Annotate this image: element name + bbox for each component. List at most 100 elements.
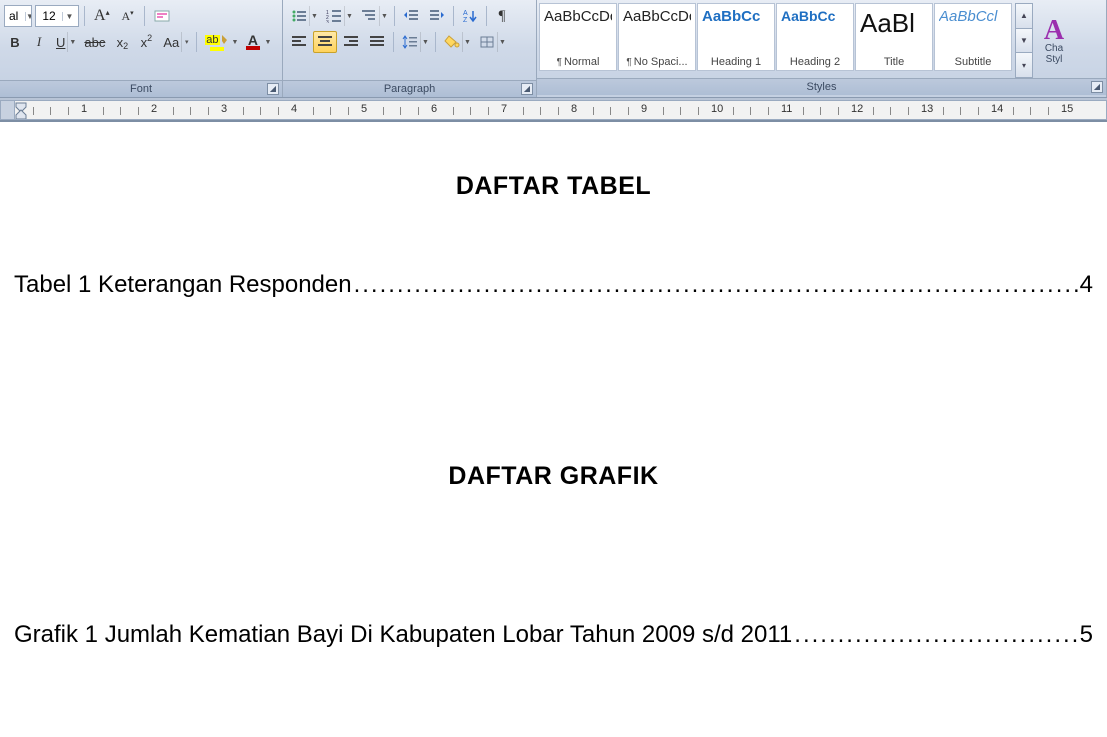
divider (435, 32, 436, 52)
divider (486, 6, 487, 26)
chevron-down-icon: ▼ (25, 12, 32, 21)
change-case-button[interactable]: Aa▾ (159, 31, 192, 53)
styles-scroll-more[interactable]: ▾ (1015, 53, 1033, 78)
numbering-button[interactable]: 123 ▼ (322, 5, 355, 27)
ruler-number: 15 (1061, 103, 1073, 115)
ruler-number: 6 (431, 103, 437, 115)
style-caption: ¶No Spaci... (623, 56, 691, 68)
bullets-button[interactable]: ▼ (287, 5, 320, 27)
ruler-number: 13 (921, 103, 933, 115)
ruler-number: 8 (571, 103, 577, 115)
show-hide-button[interactable]: ¶ (491, 5, 513, 27)
paragraph-dialog-launcher[interactable]: ◢ (521, 83, 533, 95)
heading-daftar-tabel: DAFTAR TABEL (14, 172, 1093, 201)
ruler-number: 2 (151, 103, 157, 115)
style-subtitle[interactable]: AaBbCcl Subtitle (934, 3, 1012, 71)
style-preview: AaBbCc (781, 8, 849, 24)
ruler-number: 1 (81, 103, 87, 115)
styles-dialog-launcher[interactable]: ◢ (1091, 81, 1103, 93)
strikethrough-button[interactable]: abc (80, 31, 109, 53)
bold-button[interactable]: B (4, 31, 26, 53)
horizontal-ruler[interactable]: 123456789101112131415 (0, 100, 1107, 120)
superscript-button[interactable]: x2 (135, 31, 157, 53)
style-preview: AaBbCc (702, 8, 770, 25)
decrease-indent-button[interactable] (399, 5, 423, 27)
justify-button[interactable] (365, 31, 389, 53)
style-heading1[interactable]: AaBbCc Heading 1 (697, 3, 775, 71)
indent-marker-icon[interactable] (15, 102, 27, 120)
styles-scroll-up[interactable]: ▲ (1015, 3, 1033, 29)
style-normal[interactable]: AaBbCcDc ¶¶ NormalNormal (539, 3, 617, 71)
divider (144, 6, 145, 26)
grow-font-button[interactable]: A▴ (90, 5, 114, 27)
styles-gallery: AaBbCcDc ¶¶ NormalNormal AaBbCcDc ¶No Sp… (537, 0, 1106, 78)
toc-page: 4 (1080, 271, 1093, 299)
font-size-combo[interactable]: ▼ (35, 5, 79, 27)
underline-button[interactable]: U▼ (52, 31, 78, 53)
align-right-button[interactable] (339, 31, 363, 53)
style-caption: Title (860, 56, 928, 68)
ruler-margin-shade (1, 101, 15, 119)
document-area[interactable]: DAFTAR TABEL Tabel 1 Keterangan Responde… (0, 122, 1107, 649)
font-name-input[interactable] (5, 9, 25, 23)
divider (84, 6, 85, 26)
toc-text: Grafik 1 Jumlah Kematian Bayi Di Kabupat… (14, 621, 792, 649)
shrink-font-button[interactable]: A▾ (117, 5, 139, 27)
italic-button[interactable]: I (28, 31, 50, 53)
toc-leader-dots: ........................................… (352, 271, 1080, 299)
line-spacing-button[interactable]: ▼ (398, 31, 431, 53)
group-font: ▼ ▼ A▴ A▾ B I U▼ abc x2 x2 (0, 0, 283, 97)
styles-scroll-down[interactable]: ▼ (1015, 29, 1033, 54)
svg-text:2: 2 (326, 15, 329, 21)
document-content: DAFTAR TABEL Tabel 1 Keterangan Responde… (14, 172, 1093, 649)
chevron-down-icon: ▼ (62, 12, 76, 21)
ruler-number: 10 (711, 103, 723, 115)
style-preview: AaBbCcDc (623, 8, 691, 25)
align-center-button[interactable] (313, 31, 337, 53)
style-caption: Subtitle (939, 56, 1007, 68)
align-left-button[interactable] (287, 31, 311, 53)
svg-text:A: A (463, 10, 468, 17)
font-name-combo[interactable]: ▼ (4, 5, 32, 27)
highlight-button[interactable]: ab (201, 31, 229, 53)
font-dialog-launcher[interactable]: ◢ (267, 83, 279, 95)
toc-entry-grafik1: Grafik 1 Jumlah Kematian Bayi Di Kabupat… (14, 621, 1093, 649)
subscript-button[interactable]: x2 (111, 31, 133, 53)
group-label-font: Font ◢ (0, 80, 282, 97)
style-preview: AaBl (860, 8, 928, 39)
ruler-area: 123456789101112131415 (0, 98, 1107, 122)
style-heading2[interactable]: AaBbCc Heading 2 (776, 3, 854, 71)
increase-indent-button[interactable] (425, 5, 449, 27)
svg-text:1: 1 (326, 10, 329, 16)
shading-button[interactable]: ▼ (440, 31, 473, 53)
group-label-paragraph: Paragraph ◢ (283, 80, 536, 97)
svg-text:Z: Z (463, 17, 468, 23)
ruler-number: 4 (291, 103, 297, 115)
style-title[interactable]: AaBl Title (855, 3, 933, 71)
heading-daftar-grafik: DAFTAR GRAFIK (14, 462, 1093, 491)
group-label-styles: Styles ◢ (537, 78, 1106, 95)
multilevel-list-button[interactable]: ▼ (357, 5, 390, 27)
font-size-input[interactable] (36, 9, 62, 23)
sort-button[interactable]: AZ (458, 5, 482, 27)
divider (196, 32, 197, 52)
ruler-number: 9 (641, 103, 647, 115)
borders-button[interactable]: ▼ (475, 31, 508, 53)
styles-scroll: ▲ ▼ ▾ (1015, 3, 1033, 78)
style-preview: AaBbCcDc (544, 8, 612, 25)
toc-leader-dots: ........................................… (792, 621, 1079, 649)
toc-page: 5 (1080, 621, 1093, 649)
change-styles-button[interactable]: A Cha Styl (1033, 3, 1071, 78)
font-color-button[interactable]: A (240, 31, 262, 53)
divider (394, 6, 395, 26)
group-paragraph: ▼ 123 ▼ ▼ AZ (283, 0, 537, 97)
divider (393, 32, 394, 52)
ruler-number: 12 (851, 103, 863, 115)
clear-formatting-button[interactable] (150, 5, 173, 27)
style-preview: AaBbCcl (939, 8, 1007, 25)
ribbon: ▼ ▼ A▴ A▾ B I U▼ abc x2 x2 (0, 0, 1107, 98)
style-no-spacing[interactable]: AaBbCcDc ¶No Spaci... (618, 3, 696, 71)
style-caption: ¶¶ NormalNormal (544, 56, 612, 68)
toc-entry-tabel1: Tabel 1 Keterangan Responden ...........… (14, 271, 1093, 299)
ruler-number: 11 (781, 103, 792, 115)
